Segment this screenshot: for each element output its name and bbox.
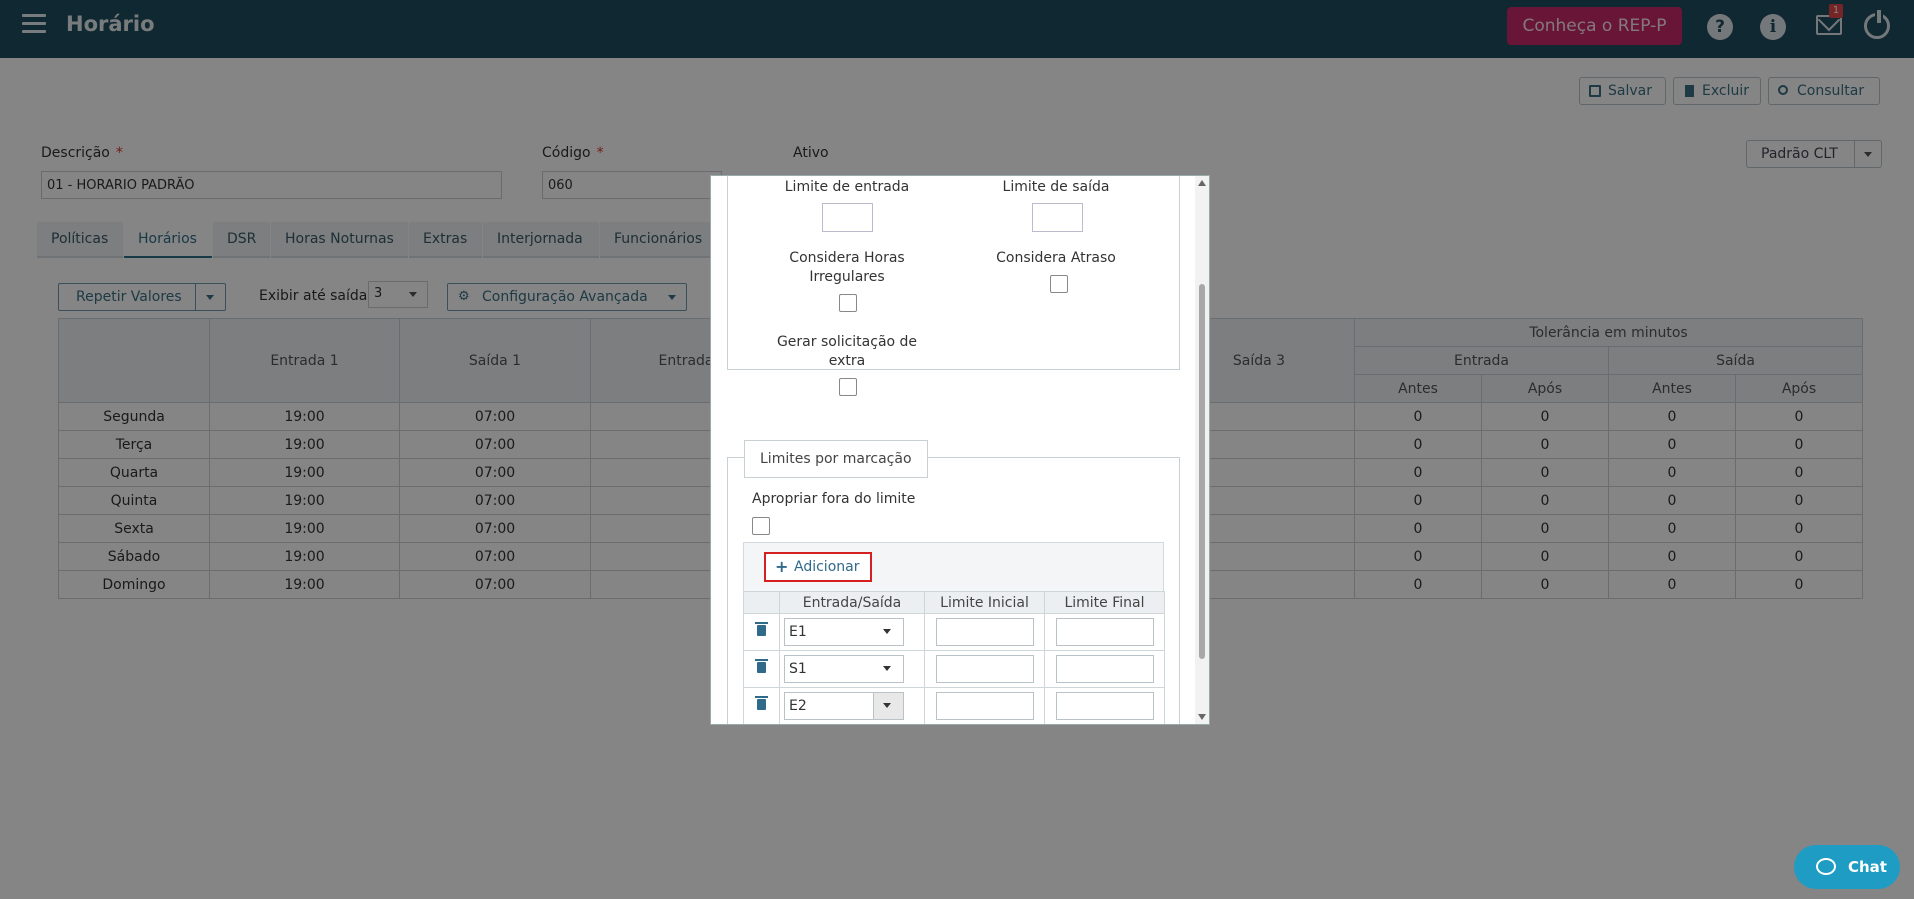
limits-table: Entrada/Saída Limite Inicial Limite Fina… — [743, 591, 1165, 724]
plus-icon: + — [775, 557, 789, 576]
limite-inicial-input[interactable] — [935, 655, 1034, 683]
scroll-thumb[interactable] — [1199, 284, 1205, 659]
limite-saida-input[interactable] — [1032, 203, 1083, 232]
apropriar-checkbox[interactable] — [752, 517, 770, 535]
considera-horas-label: Considera Horas Irregulares — [789, 250, 905, 285]
considera-atraso-checkbox[interactable] — [1050, 275, 1068, 293]
chevron-down-icon — [883, 703, 891, 708]
chat-icon — [1816, 858, 1836, 875]
limites-legend: Limites por marcação — [744, 440, 928, 478]
limit-row: E2 — [743, 687, 1165, 724]
scroll-down-icon[interactable] — [1198, 714, 1206, 720]
entrada-saida-select[interactable]: E1 — [784, 618, 904, 646]
limite-inicial-header: Limite Inicial — [924, 591, 1045, 614]
limite-inicial-input[interactable] — [935, 618, 1034, 646]
scroll-up-icon[interactable] — [1198, 180, 1206, 186]
chat-label: Chat — [1848, 858, 1887, 876]
modal-scrollbar[interactable] — [1195, 176, 1209, 724]
entrada-saida-select[interactable]: E2 — [784, 692, 904, 720]
delete-row-icon[interactable] — [755, 659, 768, 673]
limit-row: E1 — [743, 613, 1165, 651]
considera-horas-checkbox[interactable] — [839, 294, 857, 312]
limite-entrada-input[interactable] — [822, 203, 873, 232]
chevron-down-icon — [883, 629, 891, 634]
delete-row-icon[interactable] — [755, 622, 768, 636]
chevron-down-icon — [883, 666, 891, 671]
delete-row-icon[interactable] — [755, 696, 768, 710]
limite-entrada-label: Limite de entrada — [784, 179, 910, 195]
limite-inicial-input[interactable] — [935, 692, 1034, 720]
apropriar-label: Apropriar fora do limite — [752, 491, 916, 507]
considera-atraso-label: Considera Atraso — [996, 250, 1116, 266]
add-label: Adicionar — [794, 559, 860, 575]
gerar-solicitacao-label: Gerar solicitação de extra — [776, 334, 918, 369]
limit-row: S1 — [743, 650, 1165, 688]
advanced-config-modal: Limite de entrada Limite de saída Consid… — [710, 175, 1210, 725]
entrada-saida-value: S1 — [789, 661, 807, 677]
entrada-saida-value: E2 — [789, 698, 807, 714]
limite-saida-label: Limite de saída — [1002, 179, 1110, 195]
entrada-saida-value: E1 — [789, 624, 807, 640]
limite-final-input[interactable] — [1055, 618, 1154, 646]
action-header — [743, 591, 780, 614]
limite-final-header: Limite Final — [1044, 591, 1165, 614]
chat-button[interactable]: Chat — [1794, 845, 1900, 889]
gerar-solicitacao-checkbox[interactable] — [839, 378, 857, 396]
add-button[interactable]: + Adicionar — [764, 552, 872, 582]
entrada-saida-header: Entrada/Saída — [779, 591, 925, 614]
limite-final-input[interactable] — [1055, 692, 1154, 720]
limite-final-input[interactable] — [1055, 655, 1154, 683]
entrada-saida-select[interactable]: S1 — [784, 655, 904, 683]
